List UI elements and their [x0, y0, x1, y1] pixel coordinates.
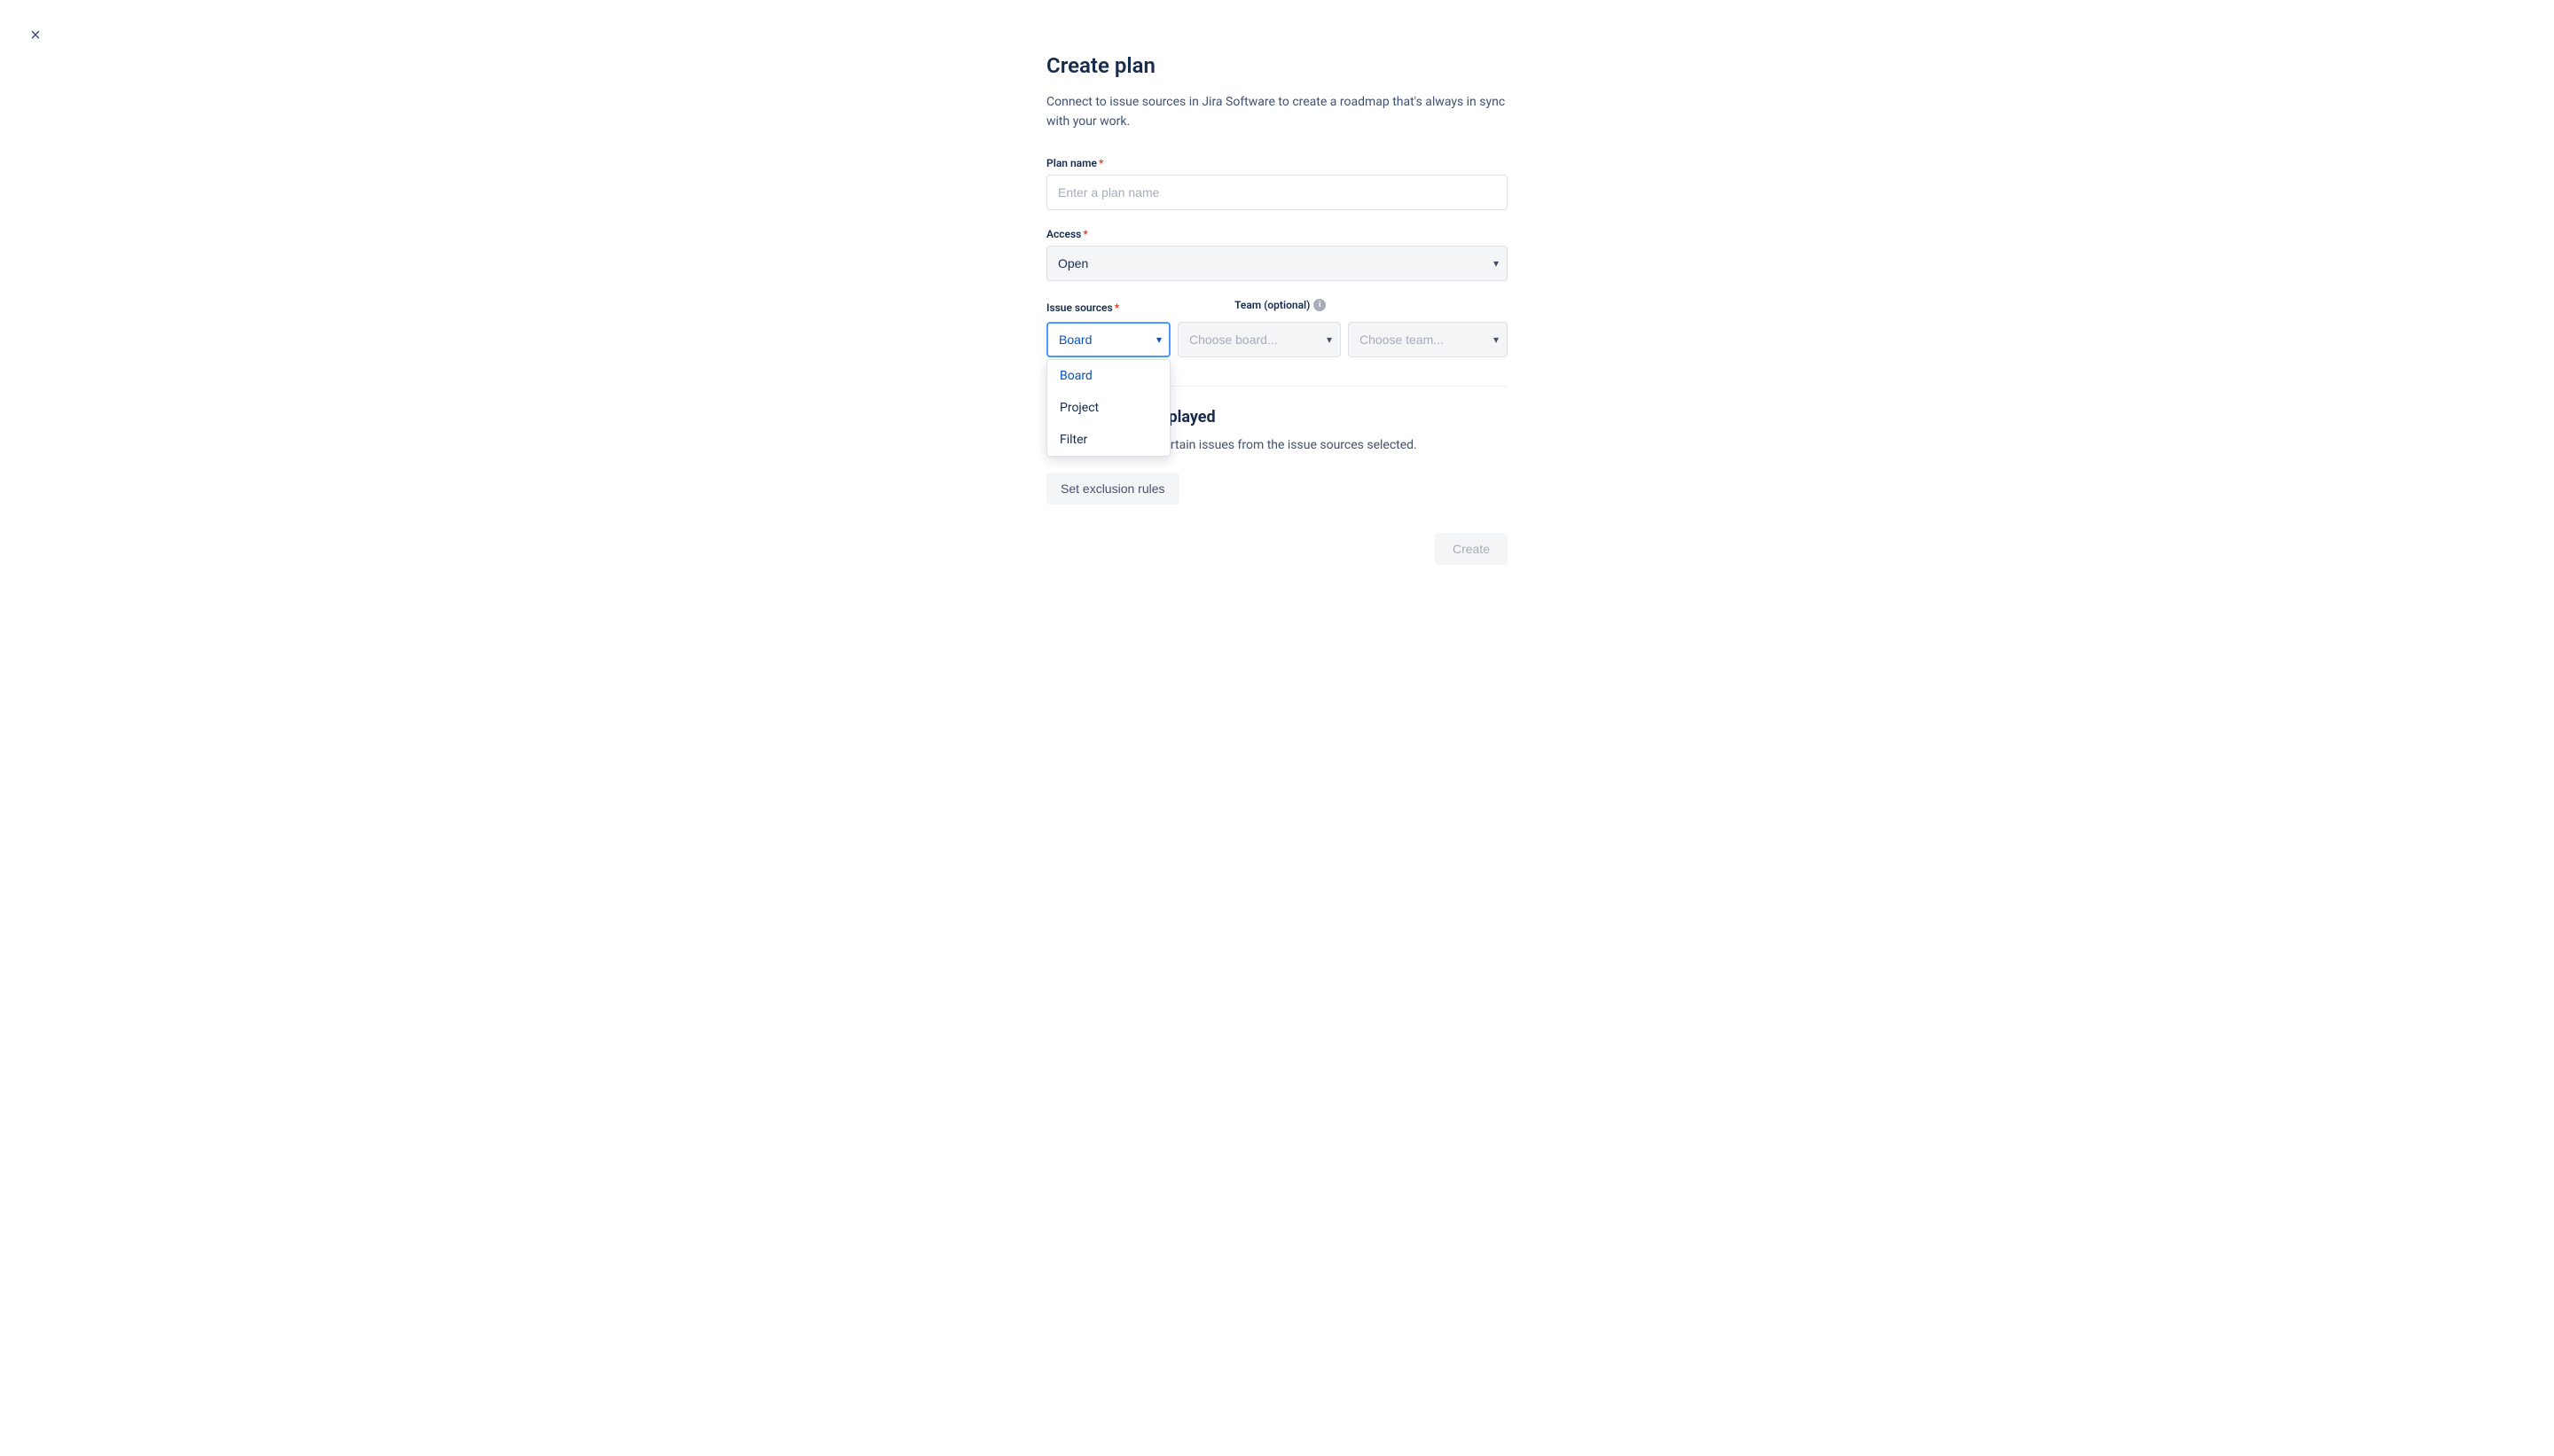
team-info-icon[interactable]: i [1313, 299, 1326, 311]
set-exclusion-rules-button[interactable]: Set exclusion rules [1046, 473, 1179, 505]
issue-sources-container: Board Project Filter ▾ Board Project Fil… [1046, 322, 1508, 357]
page-container: Create plan Connect to issue sources in … [0, 0, 2554, 636]
issue-sources-label: Issue sources * [1046, 301, 1119, 314]
access-select[interactable]: Open Private Limited [1046, 246, 1508, 281]
board-select[interactable]: Choose board... [1178, 322, 1341, 357]
dropdown-item-board[interactable]: Board [1047, 360, 1170, 392]
page-title: Create plan [1046, 53, 1508, 78]
issue-sources-field-group: Issue sources * Team (optional) i Board … [1046, 299, 1508, 357]
plan-name-label: Plan name * [1046, 157, 1508, 169]
team-select[interactable]: Choose team... [1348, 322, 1508, 357]
issue-sources-required-star: * [1115, 301, 1119, 314]
access-field-group: Access * Open Private Limited ▾ [1046, 228, 1508, 281]
board-select-wrapper: Choose board... ▾ [1178, 322, 1341, 357]
create-button[interactable]: Create [1435, 533, 1508, 565]
team-label: Team (optional) [1234, 299, 1310, 311]
access-required-star: * [1083, 228, 1087, 240]
access-label: Access * [1046, 228, 1508, 240]
actions-row: Create [1046, 533, 1508, 565]
close-button[interactable]: × [21, 21, 50, 50]
source-type-wrapper: Board Project Filter ▾ Board Project Fil… [1046, 322, 1171, 357]
dropdown-item-filter[interactable]: Filter [1047, 424, 1170, 456]
plan-name-input[interactable] [1046, 175, 1508, 210]
required-star: * [1099, 157, 1103, 169]
dropdown-item-project[interactable]: Project [1047, 392, 1170, 424]
plan-name-field-group: Plan name * [1046, 157, 1508, 210]
access-select-wrapper: Open Private Limited ▾ [1046, 246, 1508, 281]
form-container: Create plan Connect to issue sources in … [1046, 53, 1508, 565]
team-label-row: Team (optional) i [1234, 299, 1326, 311]
page-description: Connect to issue sources in Jira Softwar… [1046, 92, 1508, 132]
source-type-dropdown: Board Project Filter [1046, 359, 1171, 457]
source-type-select[interactable]: Board Project Filter [1046, 322, 1171, 357]
close-icon: × [30, 26, 41, 46]
team-select-wrapper: Choose team... ▾ [1348, 322, 1508, 357]
